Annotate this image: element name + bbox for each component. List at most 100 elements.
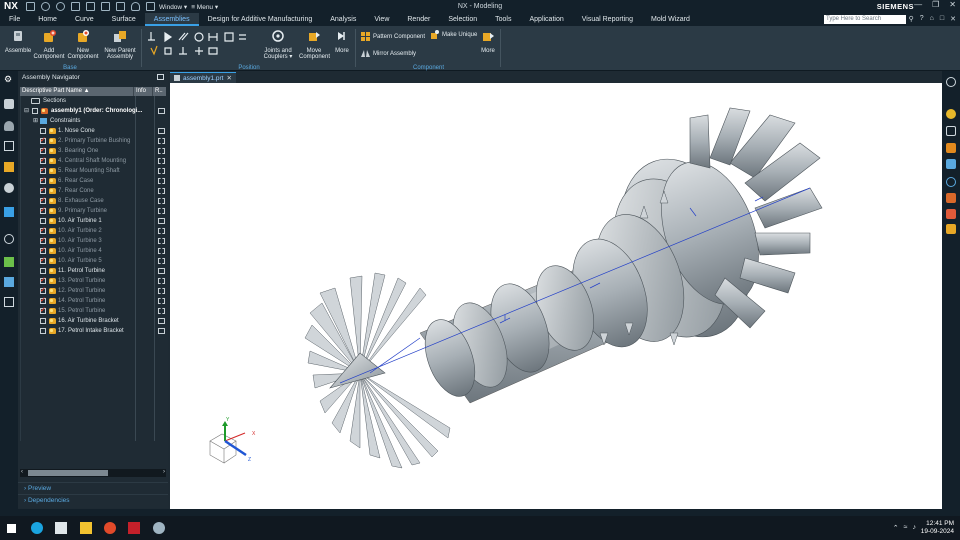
color-icon[interactable] (946, 224, 956, 234)
more-position-button[interactable]: More (331, 29, 353, 54)
reference-set-icon[interactable] (158, 148, 165, 154)
navigator-component-row[interactable]: 11. Petrol Turbine (21, 266, 166, 276)
visibility-checkbox[interactable] (40, 328, 46, 334)
help-icon[interactable]: ? (920, 15, 924, 23)
component-icon[interactable] (946, 143, 956, 153)
reference-set-icon[interactable] (158, 108, 165, 114)
reference-set-icon[interactable] (158, 138, 165, 144)
app-icon[interactable] (153, 522, 165, 534)
navigator-component-row[interactable]: ✓ 8. Exhause Case (21, 196, 166, 206)
column-reference[interactable]: R.. (153, 87, 164, 96)
navigator-component-row[interactable]: 16. Air Turbine Bracket (21, 316, 166, 326)
move-component-button[interactable]: Move Component (299, 29, 330, 61)
reference-set-icon[interactable] (158, 308, 165, 314)
command-search-input[interactable]: Type Here to Search (824, 15, 906, 24)
column-descriptive-part-name[interactable]: Descriptive Part Name ▲ (20, 87, 134, 96)
tab-selection[interactable]: Selection (439, 13, 486, 26)
file-explorer-icon[interactable] (80, 522, 92, 534)
tab-home[interactable]: Home (29, 13, 66, 26)
store-icon[interactable] (55, 522, 67, 534)
reference-set-icon[interactable] (158, 298, 165, 304)
turbine-assembly-model[interactable]: Y X Z (170, 83, 942, 509)
tab-design-for-additive-manufacturing[interactable]: Design for Additive Manufacturing (199, 13, 322, 26)
taskbar-clock[interactable]: 12:41 PM 19-09-2024 (921, 520, 954, 536)
search-icon[interactable]: ⚲ (909, 15, 914, 23)
navigator-constraints-row[interactable]: ⊞ Constraints (21, 116, 166, 126)
main-menu[interactable]: ≡ Menu ▾ (191, 3, 218, 11)
tray-chevron-icon[interactable]: ⌃ (893, 524, 899, 532)
navigator-component-row[interactable]: ✓ 4. Central Shaft Mounting (21, 156, 166, 166)
visibility-checkbox[interactable] (40, 128, 46, 134)
navigator-root-row[interactable]: ⊟ assembly1 (Order: Chronologi... (21, 106, 166, 116)
volume-icon[interactable]: ♪ (913, 524, 917, 532)
reference-set-icon[interactable] (158, 248, 165, 254)
copy-icon[interactable] (71, 2, 80, 11)
reference-set-icon[interactable] (158, 158, 165, 164)
shaded-icon[interactable] (946, 159, 956, 169)
visibility-checkbox[interactable] (32, 108, 38, 114)
redo-icon[interactable] (56, 2, 65, 11)
navigator-component-row[interactable]: ✓ 10. Air Turbine 3 (21, 236, 166, 246)
joints-couplers-button[interactable]: Joints and Couplers ▾ (258, 29, 298, 61)
windows-start-icon[interactable] (7, 524, 16, 533)
history-icon[interactable] (4, 234, 14, 244)
restore-icon[interactable]: ❐ (932, 0, 939, 9)
tab-curve[interactable]: Curve (66, 13, 103, 26)
navigator-component-row[interactable]: ✓ 9. Primary Turbine (21, 206, 166, 216)
reference-set-icon[interactable] (158, 178, 165, 184)
save-icon[interactable] (26, 2, 35, 11)
system-materials-icon[interactable] (4, 257, 14, 267)
maximize-navigator-icon[interactable] (157, 74, 164, 80)
tab-application[interactable]: Application (520, 13, 572, 26)
paste-icon[interactable] (86, 2, 95, 11)
edge-icon[interactable] (31, 522, 43, 534)
reference-set-icon[interactable] (158, 288, 165, 294)
navigator-component-row[interactable]: 17. Petrol Intake Bracket (21, 326, 166, 336)
tab-mold-wizard[interactable]: Mold Wizard (642, 13, 699, 26)
reuse-library-icon[interactable] (4, 141, 14, 151)
reference-set-icon[interactable] (158, 318, 165, 324)
reference-set-icon[interactable] (158, 328, 165, 334)
navigator-component-row[interactable]: ✓ 15. Petrol Turbine (21, 306, 166, 316)
reference-set-icon[interactable] (158, 268, 165, 274)
network-icon[interactable]: ≈ (904, 524, 908, 532)
dependencies-foldout[interactable]: › Dependencies (18, 494, 168, 506)
navigator-horizontal-scrollbar[interactable]: ‹ › (20, 469, 166, 477)
reference-set-icon[interactable] (158, 198, 165, 204)
undo-icon[interactable] (41, 2, 50, 11)
visibility-checkbox[interactable] (40, 218, 46, 224)
reference-set-icon[interactable] (158, 188, 165, 194)
add-component-button[interactable]: Add Component (33, 29, 65, 61)
roles-icon[interactable] (4, 297, 14, 307)
part-navigator-icon[interactable] (4, 99, 14, 109)
collapse-icon[interactable]: ⊟ (24, 106, 29, 116)
show-hide-icon[interactable] (946, 77, 956, 87)
web-browser-icon[interactable] (4, 207, 14, 217)
home-icon[interactable]: ⌂ (930, 15, 934, 23)
assemble-button[interactable]: Assemble (3, 29, 33, 54)
settings-icon[interactable]: ⚙ (4, 74, 14, 84)
document-tab-assembly1[interactable]: assembly1.prt ✕ (170, 72, 236, 83)
reference-set-icon[interactable] (158, 278, 165, 284)
reference-set-icon[interactable] (158, 208, 165, 214)
navigator-component-row[interactable]: ✓ 3. Bearing One (21, 146, 166, 156)
layer-icon[interactable] (946, 193, 956, 203)
navigator-component-row[interactable]: ✓ 5. Rear Mounting Shaft (21, 166, 166, 176)
close-document-icon[interactable]: ✕ (950, 15, 956, 23)
repeat-command-icon[interactable] (101, 2, 110, 11)
process-studio-icon[interactable] (4, 277, 14, 287)
scroll-thumb[interactable] (28, 470, 108, 476)
reference-set-icon[interactable] (158, 168, 165, 174)
expand-icon[interactable]: ⊞ (33, 116, 38, 126)
material-icon[interactable] (946, 109, 956, 119)
tab-close-icon[interactable]: ✕ (226, 74, 231, 82)
tab-tools[interactable]: Tools (486, 13, 520, 26)
navigator-component-row[interactable]: ✓ 10. Air Turbine 4 (21, 246, 166, 256)
close-icon[interactable]: ✕ (949, 0, 956, 9)
graphics-window[interactable]: Y X Z (170, 83, 942, 509)
reference-set-icon[interactable] (158, 218, 165, 224)
navigator-component-row[interactable]: 1. Nose Cone (21, 126, 166, 136)
tab-assemblies[interactable]: Assemblies (144, 13, 199, 26)
more-component-button[interactable]: More (477, 29, 499, 54)
nx-app-icon[interactable] (128, 522, 140, 534)
